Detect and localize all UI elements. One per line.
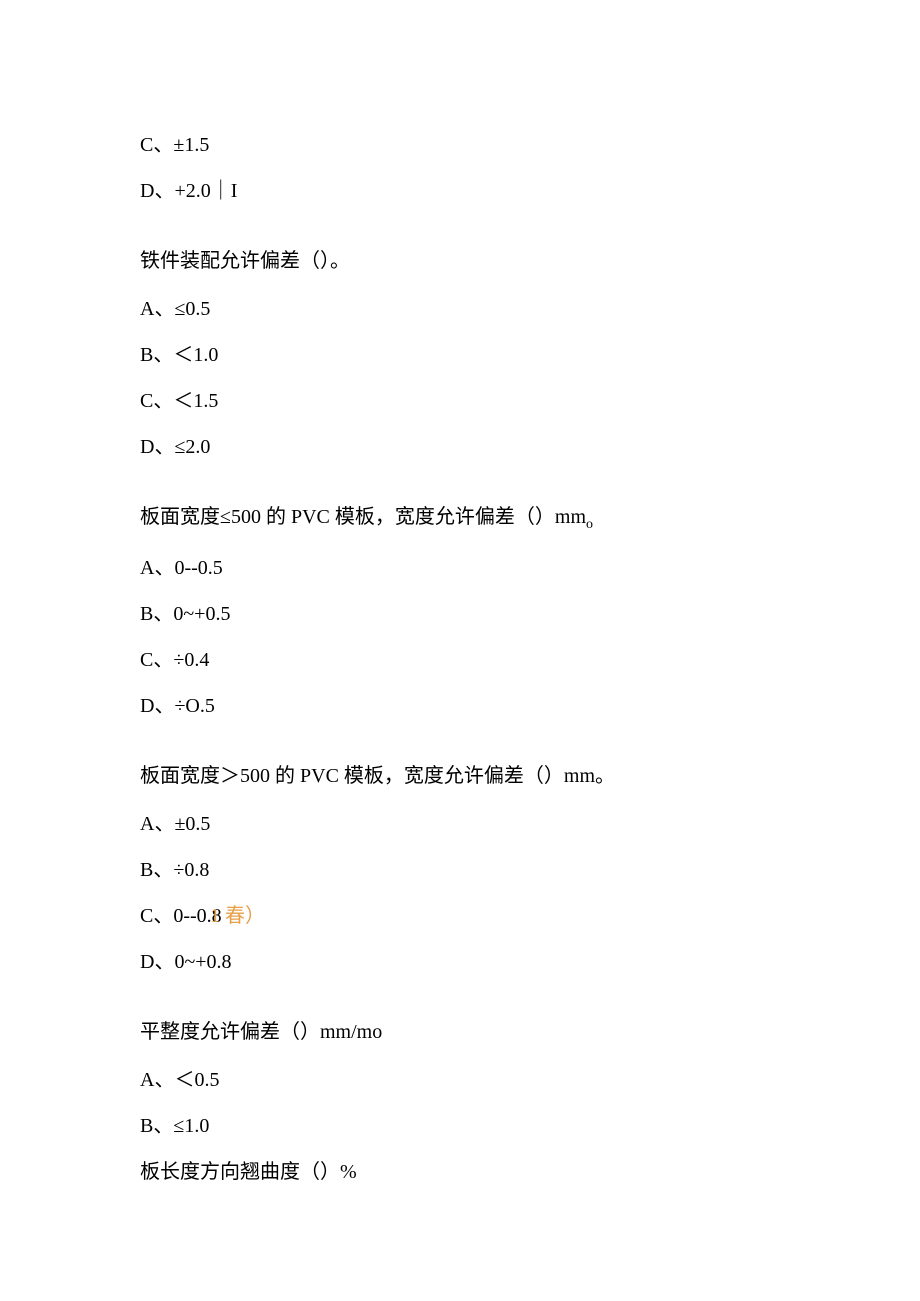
question-2-option-a: A、0--0.5: [140, 553, 820, 583]
question-2-option-d: D、÷O.5: [140, 691, 820, 721]
question-3-option-b: B、÷0.8: [140, 855, 820, 885]
question-3-option-c: C、0--0.8 1 春）: [140, 901, 820, 931]
question-4: 平整度允许偏差（）mm/mo: [140, 1017, 820, 1047]
question-3: 板面宽度＞500 的 PVC 模板，宽度允许偏差（）mm。: [140, 761, 820, 791]
question-2-option-b: B、0~+0.5: [140, 599, 820, 629]
question-2: 板面宽度≤500 的 PVC 模板，宽度允许偏差（）mmo: [140, 502, 820, 535]
question-4-option-a: A、＜0.5: [140, 1065, 820, 1095]
question-1-option-b: B、＜1.0: [140, 340, 820, 370]
annotation-text: 1 春）: [210, 901, 265, 931]
question-1-option-a: A、≤0.5: [140, 294, 820, 324]
question-1-option-c: C、＜1.5: [140, 386, 820, 416]
question-3-option-d: D、0~+0.8: [140, 947, 820, 977]
option-d-1: D、+2.0｜I: [140, 176, 820, 206]
question-4-option-b: B、≤1.0: [140, 1111, 820, 1141]
question-1-option-d: D、≤2.0: [140, 432, 820, 462]
option-c-1: C、±1.5: [140, 130, 820, 160]
question-1: 铁件装配允许偏差（）。: [140, 246, 820, 276]
question-2-option-c: C、÷0.4: [140, 645, 820, 675]
subscript-o: o: [586, 517, 593, 532]
question-3-option-a: A、±0.5: [140, 809, 820, 839]
question-5: 板长度方向翘曲度（）%: [140, 1157, 820, 1187]
